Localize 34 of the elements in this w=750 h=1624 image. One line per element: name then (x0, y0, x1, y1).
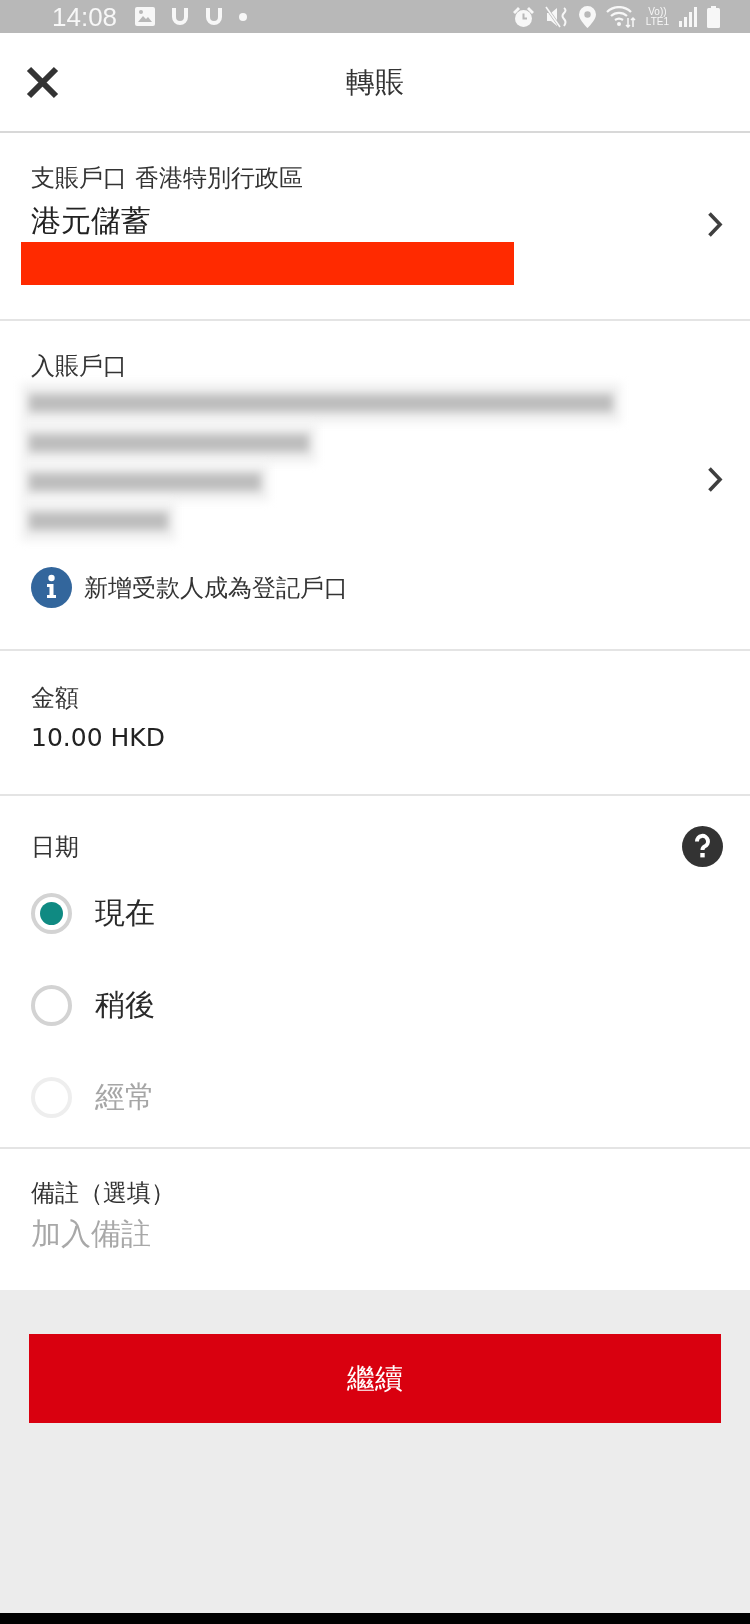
date-label: 日期 (31, 831, 79, 862)
battery-icon (707, 5, 720, 28)
continue-button[interactable]: 繼續 (29, 1334, 721, 1423)
add-payee-notice: 新增受款人成為登記戶口 (84, 572, 348, 603)
signal-icon (679, 6, 697, 27)
option-label[interactable]: 稍後 (95, 986, 155, 1024)
help-icon[interactable] (682, 826, 723, 867)
status-time: 14:08 (52, 1, 118, 32)
mute-icon (544, 5, 569, 28)
wifi-icon (605, 5, 636, 28)
amount-label: 金額 (31, 683, 80, 713)
from-account-label: 支賬戶口 香港特別行政區 (31, 163, 303, 193)
dot-icon (239, 12, 248, 21)
remark-input[interactable]: 加入備註 (31, 1215, 723, 1253)
image-icon (135, 7, 156, 26)
chevron-right-icon[interactable] (707, 466, 723, 493)
magnet-icon (171, 6, 190, 27)
magnet-icon (205, 6, 224, 27)
close-button[interactable] (26, 65, 59, 99)
radio-button[interactable] (31, 892, 72, 934)
location-icon (578, 5, 596, 28)
to-account-label: 入賬戶口 (31, 351, 127, 381)
network-label: LTE1 (645, 16, 669, 27)
page-title: 轉賬 (346, 64, 404, 100)
chevron-right-icon[interactable] (707, 210, 723, 238)
remark-label: 備註（選填） (31, 1178, 176, 1208)
amount-value: 10.00 HKD (31, 722, 166, 754)
close-icon (26, 65, 59, 99)
info-icon (31, 567, 72, 608)
volte-label: Vo)) (648, 6, 667, 17)
radio-button[interactable] (31, 984, 72, 1026)
alarm-icon (511, 5, 535, 28)
option-label[interactable]: 現在 (95, 894, 155, 932)
account-name: 港元儲蓄 (31, 202, 151, 240)
